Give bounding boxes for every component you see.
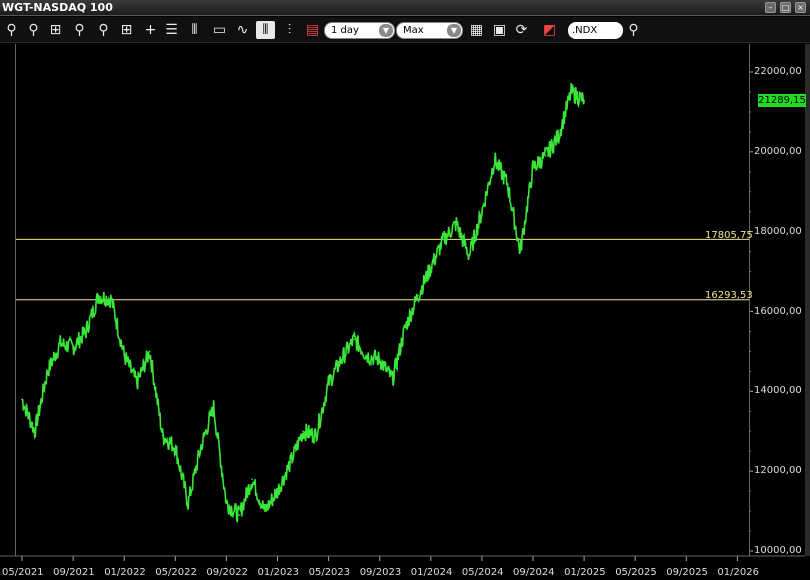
price-point	[21, 398, 23, 401]
x-tick-label: 09/2025	[666, 567, 708, 578]
x-tick-label: 01/2026	[717, 567, 759, 578]
price-point	[493, 159, 496, 161]
x-tick-label: 05/2025	[615, 567, 657, 578]
price-point	[378, 358, 381, 361]
price-point	[481, 210, 483, 213]
price-point	[187, 502, 189, 504]
price-point	[327, 382, 330, 385]
price-point	[97, 294, 100, 297]
price-point	[85, 330, 87, 333]
price-point	[442, 238, 445, 241]
price-point	[263, 510, 266, 512]
price-point	[544, 155, 547, 157]
price-point	[417, 294, 419, 297]
x-tick-label: 09/2022	[206, 567, 248, 578]
x-tick-label: 01/2022	[104, 567, 146, 578]
x-tick-label: 01/2023	[257, 567, 300, 578]
price-series-line	[21, 83, 585, 523]
price-point	[238, 514, 240, 516]
x-tick-label: 09/2021	[53, 567, 95, 578]
x-tick-label: 09/2024	[513, 567, 555, 578]
price-point	[340, 358, 343, 361]
price-point	[391, 378, 394, 381]
y-tick-label: 22000,00	[754, 66, 802, 77]
price-point	[276, 490, 279, 492]
last-price-tag: 21289,15	[758, 94, 806, 107]
y-tick-label: 14000,00	[754, 385, 802, 397]
price-point	[59, 342, 62, 345]
price-point	[123, 354, 125, 357]
price-point	[225, 502, 228, 504]
price-point	[430, 266, 432, 269]
price-point	[353, 338, 355, 341]
price-point	[72, 346, 74, 349]
price-point	[251, 478, 253, 480]
price-point	[110, 298, 113, 301]
price-point	[289, 462, 292, 464]
x-tick-label: 05/2023	[308, 567, 351, 578]
hline-label-lower: 16293,53	[705, 290, 753, 301]
y-tick-label: 16000,00	[754, 305, 802, 317]
x-tick-label: 05/2024	[461, 567, 504, 578]
price-chart	[0, 71, 805, 561]
x-tick-label: 09/2023	[359, 567, 402, 578]
price-point	[302, 430, 304, 433]
price-point	[583, 99, 585, 102]
y-tick-label: 20000,00	[754, 145, 802, 157]
price-point	[148, 350, 151, 353]
y-tick-label: 10000,00	[754, 545, 802, 556]
price-point	[455, 222, 458, 225]
price-point	[174, 446, 177, 449]
y-tick-label: 18000,00	[754, 225, 802, 237]
price-point	[506, 182, 509, 185]
price-point	[468, 254, 470, 257]
price-point	[212, 406, 215, 409]
price-point	[33, 430, 36, 433]
price-point	[404, 326, 407, 329]
hline-label-upper: 17805,75	[705, 230, 753, 241]
x-tick-label: 01/2024	[410, 567, 453, 578]
price-point	[46, 370, 49, 373]
x-tick-label: 05/2022	[155, 567, 197, 578]
price-point	[315, 434, 317, 437]
price-point	[366, 354, 368, 357]
price-point	[519, 250, 522, 253]
price-point	[161, 434, 164, 437]
price-point	[532, 167, 534, 169]
price-point	[557, 135, 560, 137]
price-point	[570, 91, 573, 93]
price-point	[200, 446, 202, 449]
x-tick-label: 01/2025	[564, 567, 606, 578]
x-tick-label: 05/2021	[2, 567, 44, 578]
price-point	[136, 382, 138, 385]
y-tick-label: 12000,00	[754, 465, 802, 477]
